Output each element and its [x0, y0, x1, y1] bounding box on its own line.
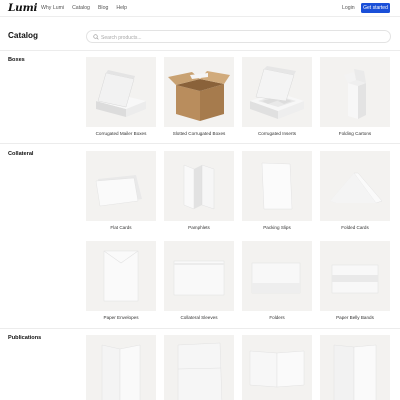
nav-link-blog[interactable]: Blog [98, 5, 108, 11]
product-card-corrugated-inserts[interactable]: Corrugated Inserts [242, 57, 312, 137]
nav-link-why-lumi[interactable]: Why Lumi [41, 5, 64, 11]
stacked-book-image [320, 335, 390, 400]
pamphlet-image [164, 151, 234, 221]
product-label: Slotted Corrugated Boxes [172, 131, 226, 136]
product-card-flat-cards[interactable]: Flat Cards [86, 151, 156, 231]
search-icon [93, 34, 99, 40]
product-card-folders[interactable]: Folders [242, 241, 312, 321]
product-card-paper-belly-bands[interactable]: Paper Belly Bands [320, 241, 390, 321]
product-card-publication-4[interactable] [320, 335, 390, 400]
product-label: Flat Cards [110, 225, 132, 230]
search-input[interactable]: Search products... [86, 30, 391, 43]
slotted-box-image [164, 57, 234, 127]
search-placeholder: Search products... [101, 34, 142, 41]
login-link[interactable]: Login [342, 5, 355, 11]
product-card-paper-envelopes[interactable]: Paper Envelopes [86, 241, 156, 321]
mailer-box-image [86, 57, 156, 127]
section-divider [0, 143, 400, 144]
flat-cards-image [86, 151, 156, 221]
product-label: Paper Envelopes [103, 315, 139, 320]
product-card-collateral-sleeves[interactable]: Collateral Sleeves [164, 241, 234, 321]
product-label: Paper Belly Bands [336, 315, 374, 320]
product-label: Folders [269, 315, 285, 320]
belly-band-image [320, 241, 390, 311]
nav-link-catalog[interactable]: Catalog [72, 5, 90, 11]
lumi-logo[interactable]: Lumi [8, 2, 38, 14]
folded-card-image [320, 151, 390, 221]
packing-slip-image [242, 151, 312, 221]
open-notebook-image [242, 335, 312, 400]
product-card-publication-3[interactable] [242, 335, 312, 400]
product-label: Collateral Sleeves [180, 315, 218, 320]
section-title-boxes: Boxes [8, 57, 25, 63]
product-label: Corrugated Mailer Boxes [95, 131, 147, 136]
product-card-packing-slips[interactable]: Packing Slips [242, 151, 312, 231]
sleeve-image [164, 241, 234, 311]
folding-carton-image [320, 57, 390, 127]
product-label: Folding Cartons [338, 131, 372, 136]
folder-image [242, 241, 312, 311]
section-title-collateral: Collateral [8, 151, 34, 157]
product-card-publication-1[interactable] [86, 335, 156, 400]
section-title-publications: Publications [8, 335, 42, 341]
top-nav: Lumi Why Lumi Catalog Blog Help Login Ge… [0, 0, 400, 17]
grid-notebook-image [164, 335, 234, 400]
product-card-corrugated-mailer-boxes[interactable]: Corrugated Mailer Boxes [86, 57, 156, 137]
product-label: Pamphlets [188, 225, 210, 230]
product-label: Corrugated Inserts [257, 131, 297, 136]
envelope-image [86, 241, 156, 311]
get-started-button[interactable]: Get started [361, 3, 390, 13]
section-divider [0, 328, 400, 329]
page-title: Catalog [8, 31, 39, 40]
nav-link-help[interactable]: Help [116, 5, 127, 11]
nav-links: Why Lumi Catalog Blog Help [41, 5, 127, 11]
insert-box-image [242, 57, 312, 127]
product-card-pamphlets[interactable]: Pamphlets [164, 151, 234, 231]
product-card-publication-2[interactable] [164, 335, 234, 400]
product-label: Folded Cards [341, 225, 369, 230]
product-card-slotted-corrugated-boxes[interactable]: Slotted Corrugated Boxes [164, 57, 234, 137]
product-label: Packing Slips [263, 225, 291, 230]
section-divider [0, 50, 400, 51]
product-card-folding-cartons[interactable]: Folding Cartons [320, 57, 390, 137]
product-card-folded-cards[interactable]: Folded Cards [320, 151, 390, 231]
book-image [86, 335, 156, 400]
